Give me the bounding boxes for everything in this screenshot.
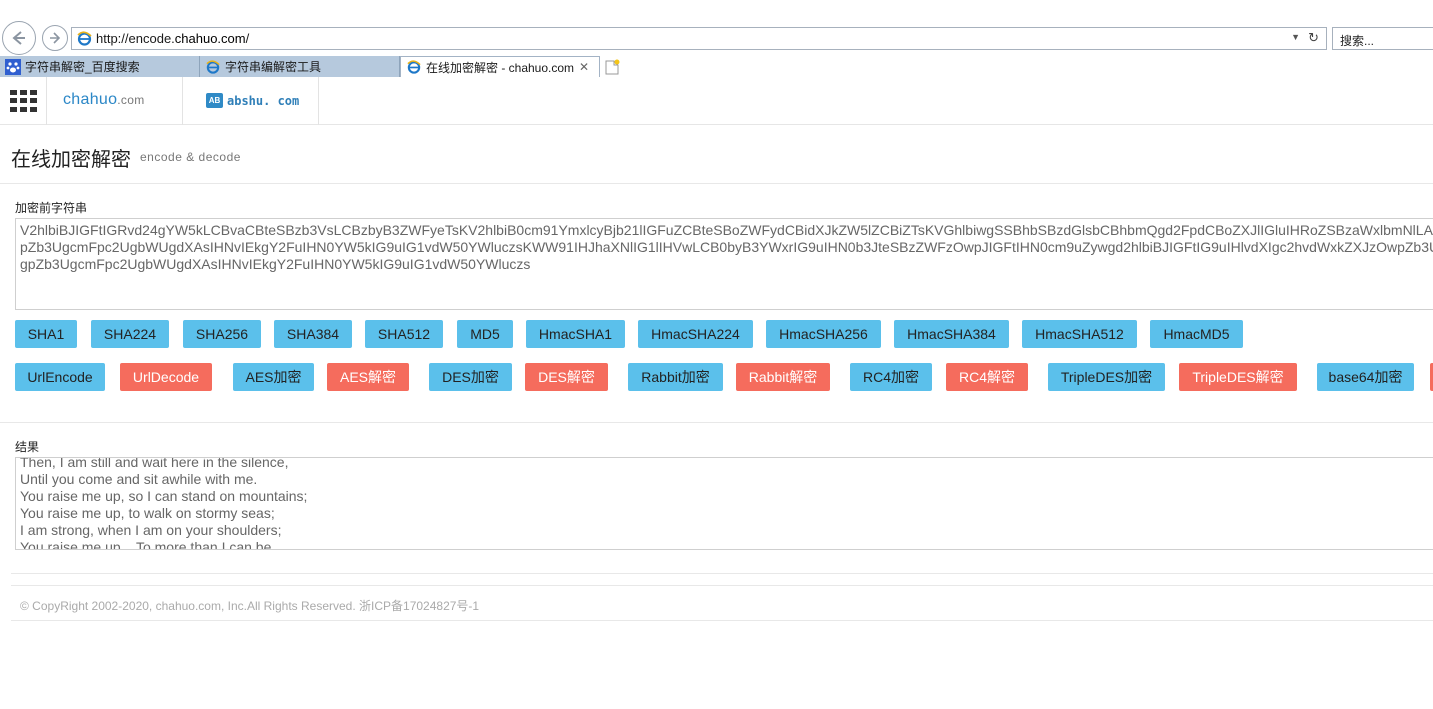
address-url: http://encode.chahuo.com/ (96, 31, 250, 46)
browser-tab[interactable]: 字符串解密_百度搜索 (0, 56, 200, 77)
chahuo-logo[interactable]: chahuo.com (63, 91, 145, 109)
result-output[interactable]: Then, I am still and wait here in the si… (15, 457, 1433, 550)
rabbit-button[interactable]: Rabbit解密 (736, 363, 830, 391)
sha384-button[interactable]: SHA384 (274, 320, 352, 348)
md5-button[interactable]: MD5 (457, 320, 513, 348)
refresh-icon[interactable]: ↻ (1308, 30, 1319, 46)
site-header: chahuo.com AB abshu. com (0, 77, 1433, 125)
cipher-button-row: UrlEncode UrlDecode AES加密 AES解密 DES加密 DES解密 Ra… (15, 363, 1433, 391)
ie-icon (206, 59, 220, 74)
rabbit-button[interactable]: Rabbit加密 (628, 363, 723, 391)
hmacsha256-button[interactable]: HmacSHA256 (766, 320, 881, 348)
result-text: Then, I am still and wait here in the si… (20, 457, 308, 550)
sha1-button[interactable]: SHA1 (15, 320, 77, 348)
hmacsha224-button[interactable]: HmacSHA224 (638, 320, 753, 348)
sha256-button[interactable]: SHA256 (183, 320, 261, 348)
des-button[interactable]: DES解密 (525, 363, 608, 391)
browser-tab-label: 字符串解密_百度搜索 (25, 60, 140, 74)
tripledes-button[interactable]: TripleDES加密 (1048, 363, 1165, 391)
ie-icon (77, 31, 92, 46)
arrow-right-icon (50, 32, 61, 44)
browser-search-placeholder: 搜索... (1340, 34, 1375, 48)
hmacsha512-button[interactable]: HmacSHA512 (1022, 320, 1137, 348)
address-bar[interactable]: http://encode.chahuo.com/ ▼ ↻ (71, 27, 1327, 50)
copyright-footer: © CopyRight 2002-2020, chahuo.com, Inc.A… (20, 599, 480, 613)
tripledes-button[interactable]: TripleDES解密 (1179, 363, 1297, 391)
divider (11, 573, 1433, 574)
result-label: 结果 (15, 440, 40, 454)
browser-tab-label: 字符串编解密工具 (225, 60, 322, 74)
hmacsha1-button[interactable]: HmacSHA1 (526, 320, 625, 348)
apps-grid-icon[interactable] (10, 90, 38, 112)
new-tab-button[interactable] (601, 56, 623, 77)
browser-tab-strip: 字符串解密_百度搜索 字符串编解密工具 在线加密解密 - chahuo.com … (0, 56, 1433, 77)
abshu-badge-icon: AB (206, 93, 223, 108)
browser-search-box[interactable]: 搜索... (1332, 27, 1433, 50)
forward-button[interactable] (42, 25, 68, 51)
header-divider (318, 77, 319, 125)
close-tab-icon[interactable]: ✕ (579, 60, 589, 74)
browser-toolbar: http://encode.chahuo.com/ ▼ ↻ 搜索... (0, 20, 1433, 56)
urldecode-button[interactable]: UrlDecode (120, 363, 212, 391)
browser-tab[interactable]: 字符串编解密工具 (200, 56, 400, 77)
des-button[interactable]: DES加密 (429, 363, 512, 391)
divider (11, 585, 1433, 586)
sha224-button[interactable]: SHA224 (91, 320, 169, 348)
aes-button[interactable]: AES解密 (327, 363, 409, 391)
aes-button[interactable]: AES加密 (233, 363, 314, 391)
address-dropdown-icon[interactable]: ▼ (1291, 32, 1300, 42)
base64-button[interactable]: base64加密 (1317, 363, 1414, 391)
ie-icon (407, 60, 421, 74)
input-label: 加密前字符串 (15, 201, 88, 215)
header-divider (182, 77, 183, 125)
divider (11, 620, 1433, 621)
back-button[interactable] (2, 21, 36, 55)
hash-button-row: SHA1 SHA224 SHA256 SHA384 SHA512 MD5 HmacSHA1 H… (15, 320, 1433, 348)
page-subtitle: encode & decode (140, 150, 241, 164)
divider (0, 422, 1433, 423)
plaintext-input[interactable]: V2hlbiBJIGFtIGRvd24gYW5kLCBvaCBteSBzb3Vs… (15, 218, 1433, 310)
abshu-logo[interactable]: AB abshu. com (206, 93, 299, 108)
rc4-button[interactable]: RC4加密 (850, 363, 932, 391)
page-title: 在线加密解密 (11, 149, 131, 171)
browser-tab-active[interactable]: 在线加密解密 - chahuo.com ✕ (400, 56, 600, 77)
divider (0, 183, 1433, 184)
browser-tab-label: 在线加密解密 - chahuo.com (426, 60, 575, 75)
baidu-paw-icon (5, 58, 21, 75)
new-tab-icon (605, 59, 620, 74)
header-divider (46, 77, 47, 125)
hmacsha384-button[interactable]: HmacSHA384 (894, 320, 1009, 348)
arrow-left-icon (12, 31, 25, 45)
abshu-logo-text: abshu. com (227, 93, 300, 108)
hmacmd5-button[interactable]: HmacMD5 (1150, 320, 1243, 348)
urlencode-button[interactable]: UrlEncode (15, 363, 105, 391)
sha512-button[interactable]: SHA512 (365, 320, 443, 348)
rc4-button[interactable]: RC4解密 (946, 363, 1028, 391)
